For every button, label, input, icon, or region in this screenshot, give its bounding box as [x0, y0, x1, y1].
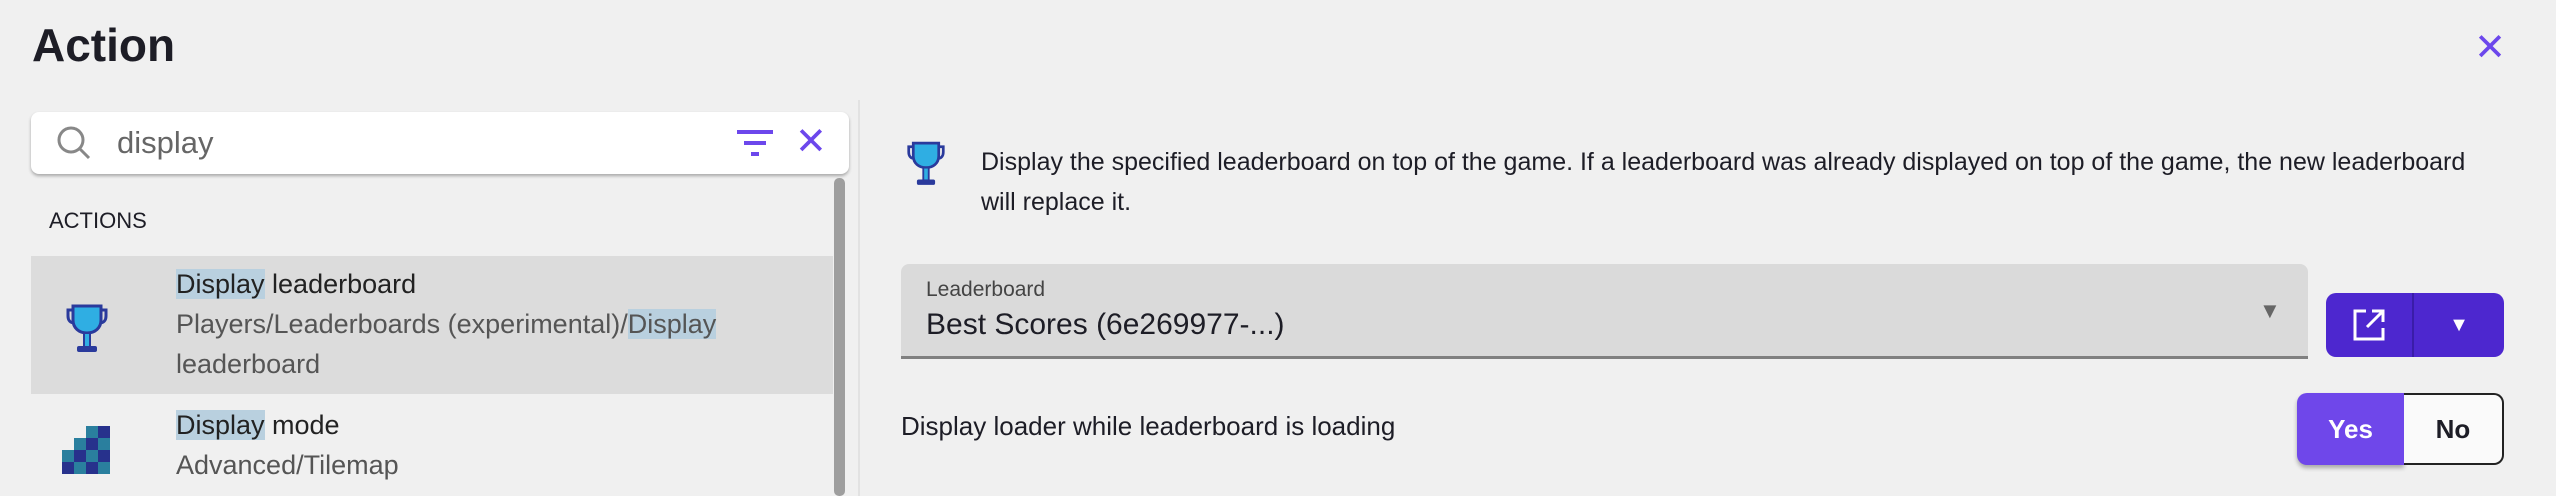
- item-name: leaderboard: [264, 269, 417, 299]
- item-path: Advanced/Tilemap: [176, 450, 399, 480]
- loader-toggle: Yes No: [2297, 393, 2504, 465]
- scrollbar[interactable]: [834, 178, 845, 496]
- leaderboard-button-group: ▼: [2326, 293, 2504, 357]
- chevron-down-icon: ▼: [2449, 313, 2469, 336]
- match-highlight: Display: [176, 410, 265, 440]
- match-highlight: Display: [176, 269, 265, 299]
- trophy-icon: [66, 304, 108, 352]
- search-value[interactable]: display: [117, 125, 214, 161]
- close-icon[interactable]: ✕: [2472, 29, 2508, 67]
- dialog-title: Action: [32, 19, 176, 71]
- item-name: mode: [264, 410, 340, 440]
- trophy-icon: [907, 141, 945, 185]
- match-highlight: Display: [627, 309, 717, 339]
- loader-toggle-label: Display loader while leaderboard is load…: [901, 411, 1396, 441]
- leaderboard-select[interactable]: Leaderboard Best Scores (6e269977-...) ▼: [901, 264, 2308, 359]
- list-item-display-leaderboard[interactable]: Display leaderboard Players/Leaderboards…: [31, 256, 833, 394]
- open-leaderboard-button[interactable]: [2326, 293, 2414, 357]
- section-label: ACTIONS: [49, 208, 147, 233]
- yes-button[interactable]: Yes: [2297, 393, 2404, 465]
- leaderboard-label: Leaderboard: [926, 278, 1046, 301]
- search-input[interactable]: display ✕: [31, 112, 849, 174]
- filter-icon[interactable]: [737, 130, 773, 158]
- no-button[interactable]: No: [2404, 393, 2504, 465]
- search-icon: [57, 126, 91, 160]
- action-description: Display the specified leaderboard on top…: [981, 148, 2466, 216]
- tilemap-icon: [62, 426, 110, 474]
- list-item-display-mode[interactable]: Display mode Advanced/Tilemap: [31, 402, 833, 496]
- clear-search-icon[interactable]: ✕: [795, 122, 827, 162]
- item-path-rest: leaderboard: [176, 349, 321, 379]
- dropdown-arrow-icon: ▼: [2259, 298, 2281, 323]
- more-options-dropdown[interactable]: ▼: [2414, 293, 2504, 357]
- open-external-icon: [2353, 309, 2385, 341]
- panel-divider: [858, 100, 860, 496]
- leaderboard-value: Best Scores (6e269977-...): [926, 308, 1285, 341]
- item-path: Players/Leaderboards (experimental)/: [176, 309, 628, 339]
